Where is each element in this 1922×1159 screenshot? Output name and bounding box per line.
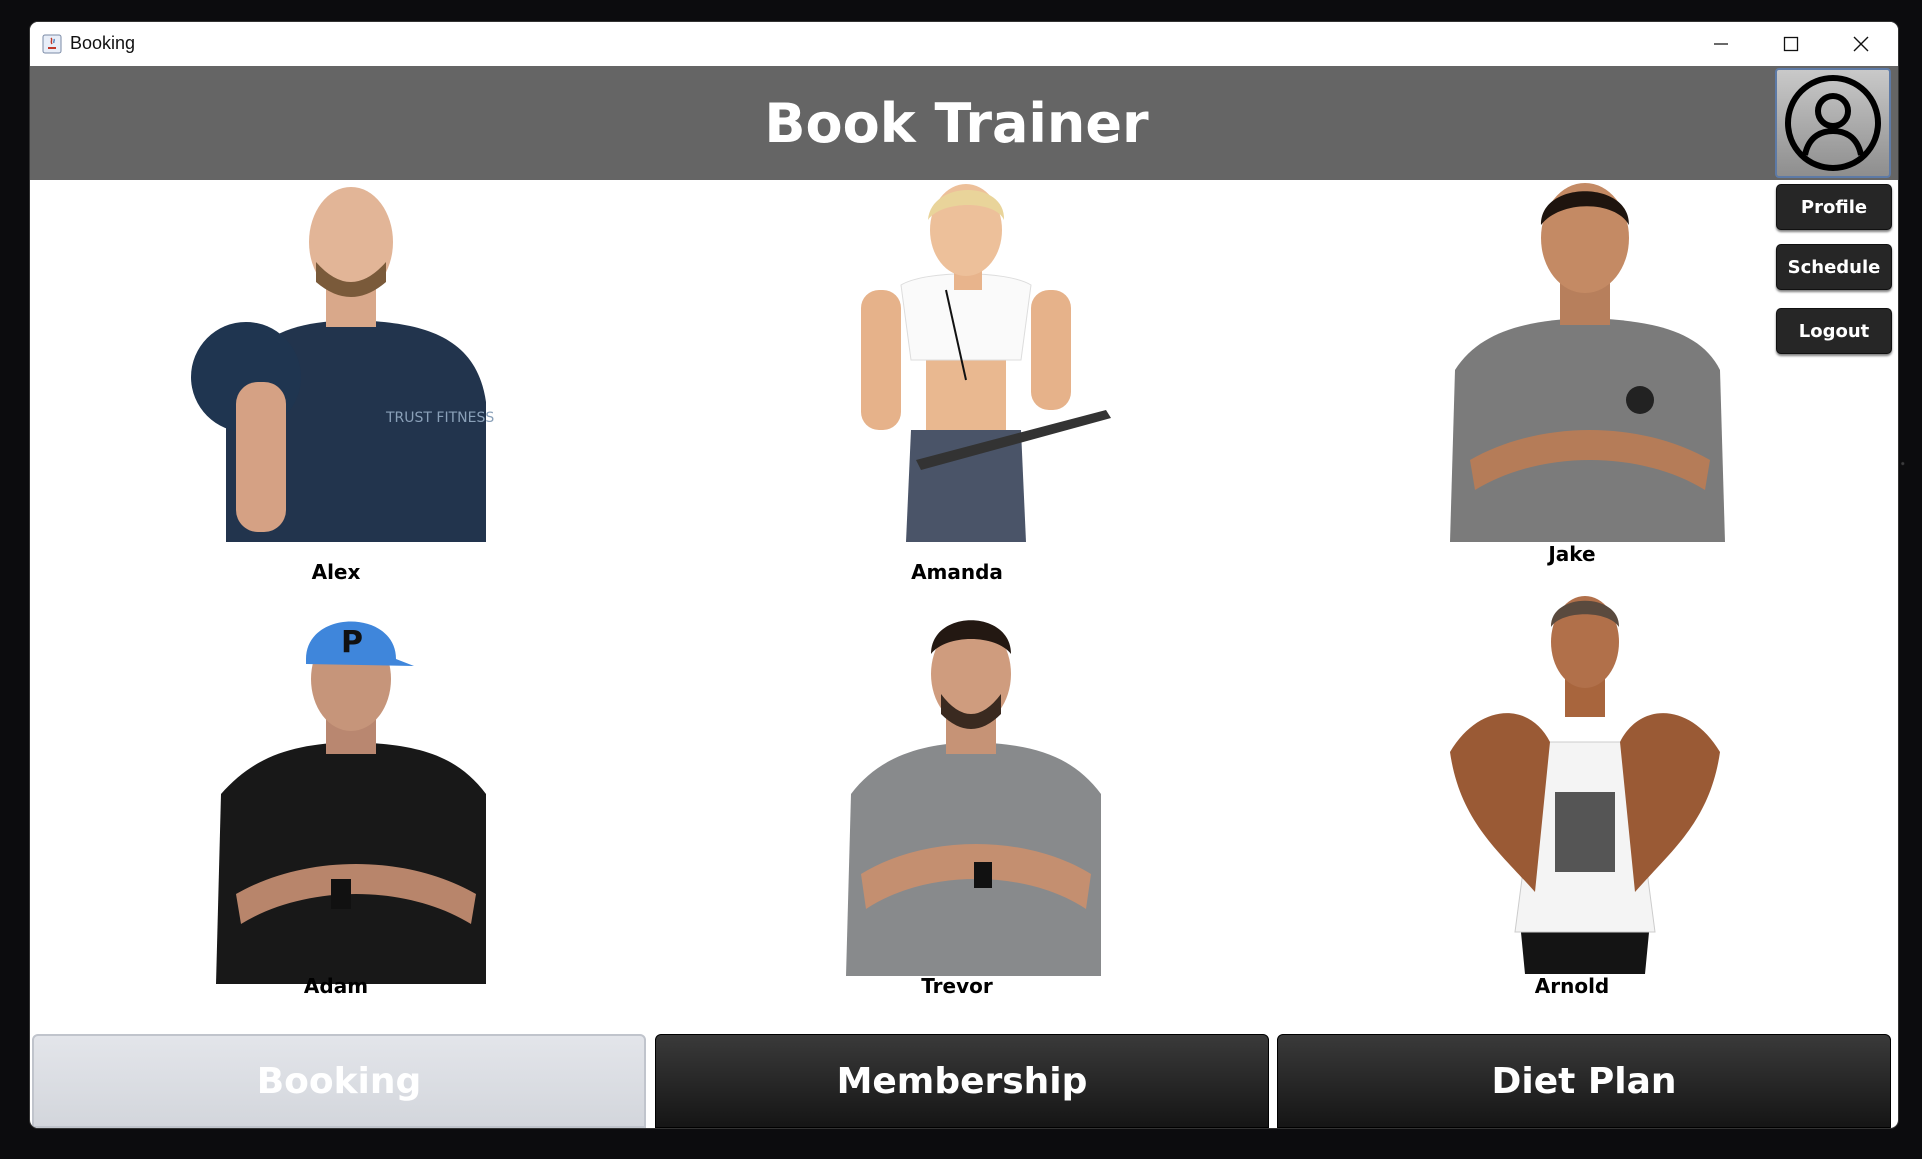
trainer-photo-trevor xyxy=(846,620,1101,976)
java-app-icon xyxy=(42,34,62,54)
svg-text:P: P xyxy=(341,625,363,660)
booking-window: Booking Book Trainer Profile Schedule Lo… xyxy=(30,22,1898,1128)
window-title: Booking xyxy=(70,33,136,53)
trainer-photo-amanda xyxy=(861,184,1111,542)
minimize-button[interactable] xyxy=(1686,22,1756,66)
nav-diet-plan-button[interactable]: Diet Plan xyxy=(1277,1034,1891,1128)
close-icon xyxy=(1853,36,1869,52)
minimize-icon xyxy=(1714,43,1728,45)
nav-booking-button[interactable]: Booking xyxy=(32,1034,646,1128)
svg-text:TRUST FITNESS: TRUST FITNESS xyxy=(385,410,494,426)
close-button[interactable] xyxy=(1826,22,1896,66)
trainer-name-arnold: Arnold xyxy=(1534,974,1610,998)
trainer-photo-arnold xyxy=(1450,596,1720,974)
schedule-button[interactable]: Schedule xyxy=(1776,244,1892,290)
trainer-photo-jake xyxy=(1450,183,1725,542)
logout-button[interactable]: Logout xyxy=(1776,308,1892,354)
trainer-photo-alex: TRUST FITNESS xyxy=(191,187,494,542)
page-title: Book Trainer xyxy=(764,92,1149,155)
trainer-name-amanda: Amanda xyxy=(911,560,1003,584)
trainer-name-trevor: Trevor xyxy=(921,974,993,998)
title-bar: Booking xyxy=(30,22,1898,66)
trainer-photo-adam: P xyxy=(216,621,486,984)
maximize-icon xyxy=(1783,36,1799,52)
nav-membership-button[interactable]: Membership xyxy=(655,1034,1269,1128)
header-bar: Book Trainer xyxy=(30,66,1898,180)
user-avatar-icon xyxy=(1785,75,1881,171)
trainer-name-alex: Alex xyxy=(311,560,361,584)
profile-button[interactable]: Profile xyxy=(1776,184,1892,230)
trainer-name-adam: Adam xyxy=(303,974,369,998)
trainer-name-jake: Jake xyxy=(1548,542,1596,566)
user-avatar-button[interactable] xyxy=(1775,68,1891,178)
maximize-button[interactable] xyxy=(1756,22,1826,66)
